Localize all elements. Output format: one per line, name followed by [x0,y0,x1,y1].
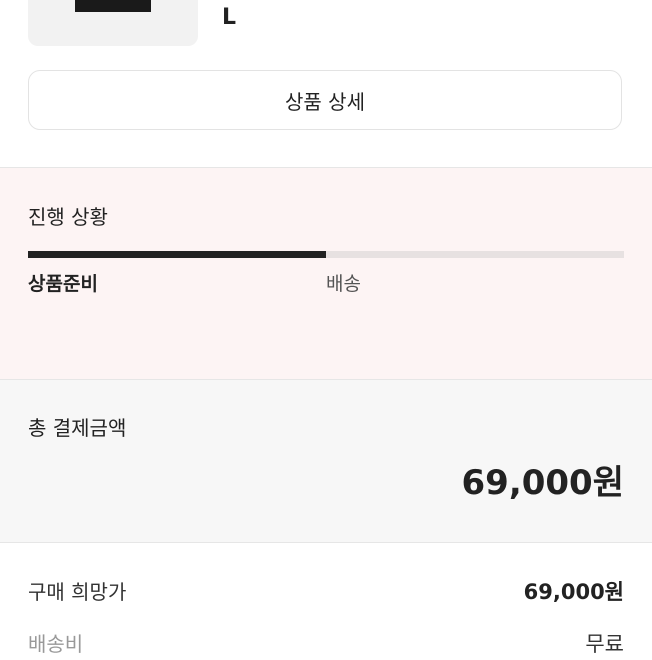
step-shipping: 배송 [326,273,361,295]
progress-track [28,251,624,258]
shipping-fee-label: 배송비 [28,632,84,656]
product-image [75,0,151,12]
shipping-fee-row: 배송비 무료 [28,630,624,660]
product-summary: L 상품 상세 [0,0,652,168]
product-thumbnail[interactable] [28,0,198,46]
total-payment-amount: 69,000원 [461,463,624,503]
divider [0,542,652,543]
progress-title: 진행 상황 [28,205,108,229]
product-size: L [222,5,237,30]
desired-price-label: 구매 희망가 [28,580,127,604]
desired-price-value: 69,000원 [523,580,624,604]
total-payment-section: 총 결제금액 69,000원 [0,380,652,542]
total-payment-label: 총 결제금액 [28,416,127,440]
product-detail-button[interactable]: 상품 상세 [28,70,622,130]
progress-fill [28,251,326,258]
step-preparing: 상품준비 [28,273,98,295]
shipping-fee-value: 무료 [585,632,624,656]
desired-price-row: 구매 희망가 69,000원 [28,578,624,608]
progress-section: 진행 상황 상품준비 배송 [0,168,652,379]
